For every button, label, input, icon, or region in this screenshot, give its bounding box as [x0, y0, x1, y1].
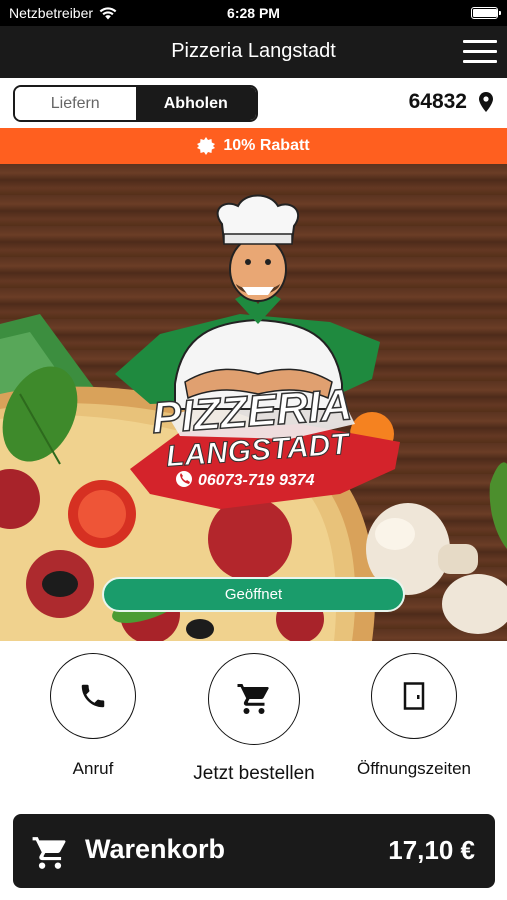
- order-now-label: Jetzt bestellen: [193, 763, 315, 784]
- logo-phone-icon: [176, 471, 192, 487]
- hero-illustration: PIZZERIA LANGSTADT 06073-719 9374: [0, 194, 507, 641]
- tab-abholen[interactable]: Abholen: [135, 87, 256, 120]
- battery-icon: [471, 7, 501, 19]
- cart-label: Warenkorb: [85, 834, 226, 864]
- order-now-button[interactable]: [208, 653, 300, 745]
- logo-phone-number: 06073-719 9374: [198, 472, 315, 489]
- opening-hours-button[interactable]: [371, 653, 457, 739]
- cart-total: 17,10 €: [388, 835, 475, 865]
- order-mode-row: Liefern Abholen 64832: [0, 78, 507, 128]
- app-header: Pizzeria Langstadt: [0, 26, 507, 78]
- order-mode-toggle: Liefern Abholen: [13, 85, 258, 122]
- hamburger-menu-icon[interactable]: [463, 38, 497, 66]
- page-title: Pizzeria Langstadt: [171, 40, 336, 62]
- hero-image: PIZZERIA LANGSTADT 06073-719 9374 Geöffn…: [0, 164, 507, 641]
- opening-hours-label: Öffnungszeiten: [356, 759, 472, 778]
- zip-code: 64832: [408, 90, 467, 113]
- call-label: Anruf: [72, 759, 114, 778]
- open-status-button[interactable]: Geöffnet: [102, 577, 405, 612]
- map-pin-icon: [479, 92, 493, 112]
- chef-mascot: [174, 194, 343, 410]
- location-selector[interactable]: 64832: [409, 90, 493, 114]
- cart-bar[interactable]: Warenkorb 17,10 €: [13, 814, 495, 888]
- door-icon: [403, 682, 425, 710]
- call-action[interactable]: Anruf: [18, 653, 168, 779]
- tab-liefern[interactable]: Liefern: [15, 87, 136, 120]
- order-now-action[interactable]: Jetzt bestellen: [179, 653, 329, 785]
- discount-text: 10% Rabatt: [223, 137, 310, 154]
- cart-icon: [237, 684, 269, 714]
- status-time: 6:28 PM: [227, 5, 280, 21]
- phone-icon: [81, 684, 105, 708]
- pizzeria-logo: PIZZERIA LANGSTADT 06073-719 9374: [115, 194, 400, 509]
- cart-icon: [32, 837, 66, 869]
- discount-banner[interactable]: 10% Rabatt: [0, 128, 507, 164]
- call-button[interactable]: [50, 653, 136, 739]
- quick-actions: Anruf Jetzt bestellen Öffnungszeiten: [0, 641, 507, 811]
- opening-hours-action[interactable]: Öffnungszeiten: [339, 653, 489, 779]
- status-bar: Netzbetreiber 6:28 PM: [0, 0, 507, 26]
- battery-level: [473, 9, 497, 17]
- badge-icon: [197, 137, 216, 155]
